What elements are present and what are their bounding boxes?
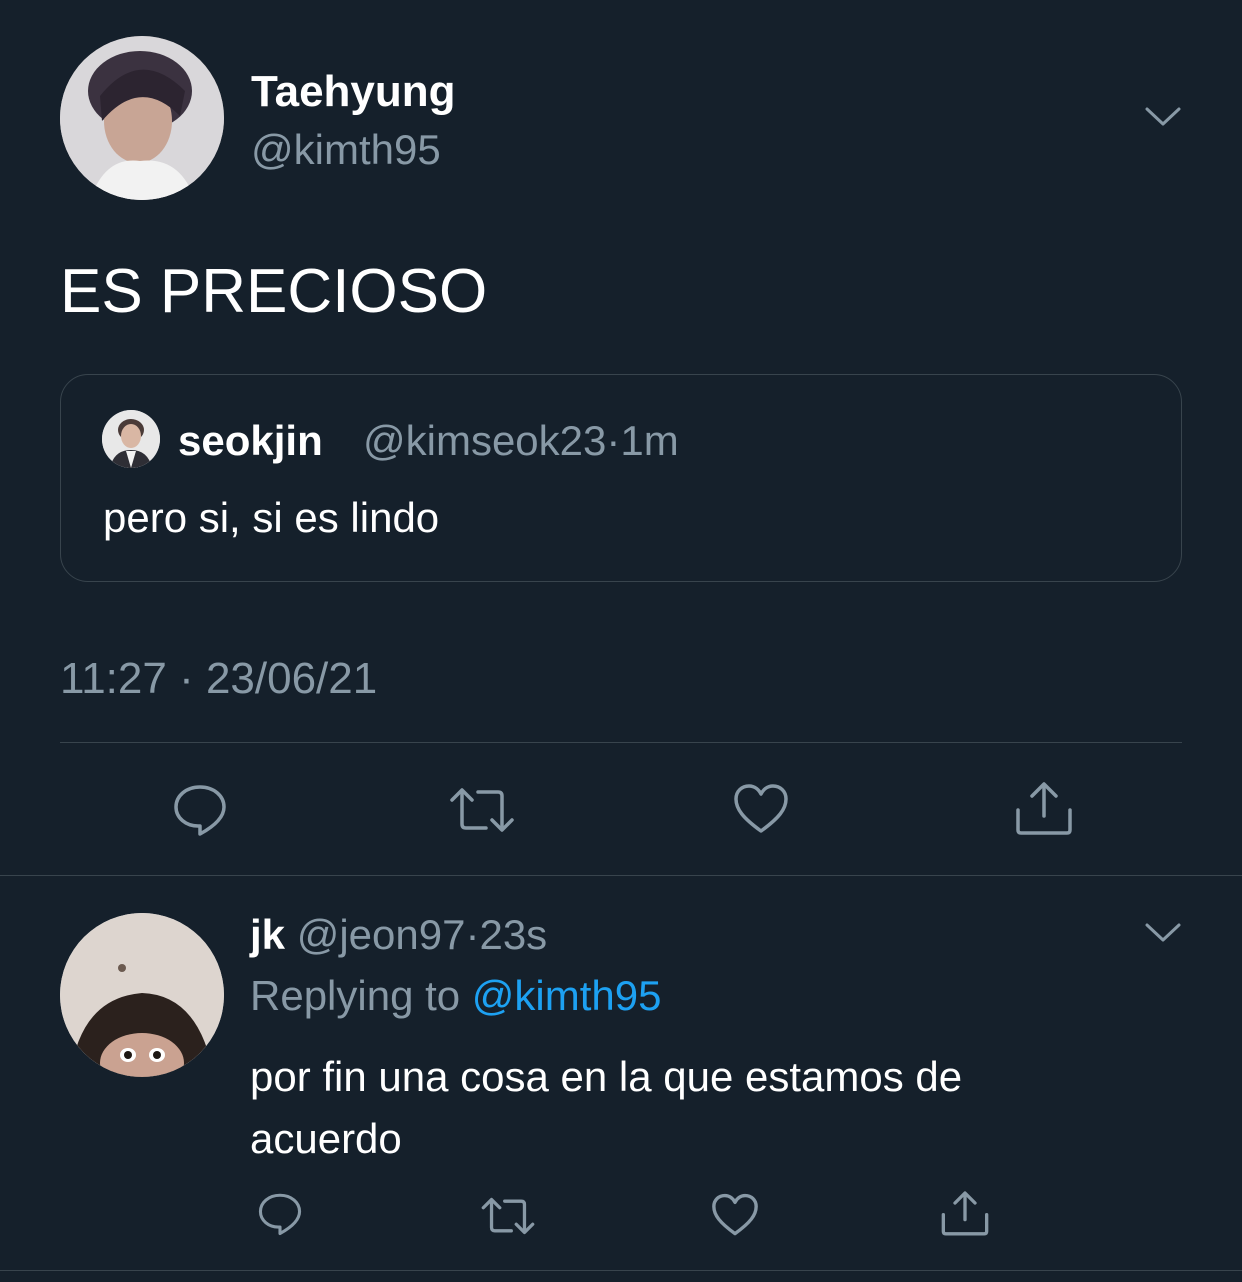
quoted-display-name[interactable]: seokjin xyxy=(178,416,323,466)
reply-handle[interactable]: @jeon97 xyxy=(297,911,466,958)
replying-to: Replying to @kimth95 xyxy=(250,971,662,1021)
avatar-taehyung[interactable] xyxy=(60,36,224,200)
quoted-tweet-text: pero si, si es lindo xyxy=(103,494,440,541)
avatar-image xyxy=(60,36,224,200)
main-display-name[interactable]: Taehyung xyxy=(251,66,456,118)
quoted-meta: @kimseok23·1m xyxy=(363,416,679,466)
reply-icon[interactable] xyxy=(172,783,228,837)
quoted-handle[interactable]: @kimseok23 xyxy=(363,417,606,464)
avatar-seokjin xyxy=(102,410,160,468)
main-tweet-text: ES PRECIOSO xyxy=(60,257,488,326)
chevron-down-icon[interactable] xyxy=(1144,920,1182,946)
reply-header: jk @jeon97·23s xyxy=(250,910,547,960)
main-handle[interactable]: @kimth95 xyxy=(251,125,441,175)
reply-text-line-2: acuerdo xyxy=(250,1115,402,1162)
quoted-tweet-card[interactable]: seokjin @kimseok23·1m pero si, si es lin… xyxy=(60,374,1182,582)
share-icon[interactable] xyxy=(940,1189,990,1237)
reply-separator: · xyxy=(465,911,480,958)
reply-time[interactable]: 23s xyxy=(479,911,547,958)
reply-display-name[interactable]: jk xyxy=(250,911,285,958)
quoted-separator: · xyxy=(606,417,621,464)
replying-prefix: Replying to xyxy=(250,972,461,1019)
reply-tweet-text: por fin una cosa en la que estamos de ac… xyxy=(250,1046,1150,1170)
retweet-icon[interactable] xyxy=(480,1196,536,1236)
chevron-down-icon[interactable] xyxy=(1144,104,1182,130)
retweet-icon[interactable] xyxy=(448,786,516,834)
avatar-jk[interactable] xyxy=(60,913,224,1077)
divider xyxy=(60,742,1182,743)
reply-icon[interactable] xyxy=(257,1192,303,1236)
share-icon[interactable] xyxy=(1014,780,1074,836)
main-timestamp[interactable]: 11:27 · 23/06/21 xyxy=(60,653,377,705)
like-icon[interactable] xyxy=(733,783,789,835)
reply-text-line-1: por fin una cosa en la que estamos de xyxy=(250,1053,963,1100)
like-icon[interactable] xyxy=(711,1193,759,1237)
quoted-time[interactable]: 1m xyxy=(620,417,678,464)
replying-handle-link[interactable]: @kimth95 xyxy=(472,972,662,1019)
section-divider xyxy=(0,875,1242,876)
bottom-divider xyxy=(0,1270,1242,1271)
